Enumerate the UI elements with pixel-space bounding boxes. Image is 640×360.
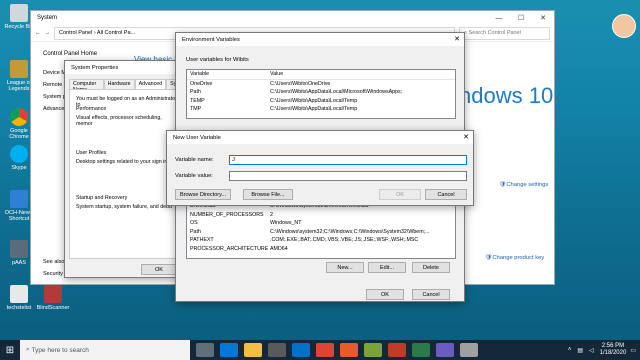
windows-brand: ndows 10 <box>459 83 554 108</box>
performance-desc: Visual effects, processor scheduling, me… <box>76 115 162 127</box>
scanner-icon <box>44 285 62 303</box>
desktop-icon-label: BlindScanner <box>36 305 70 311</box>
user-vars-table[interactable]: Variable Value OneDrive C:\Users\Wibits\O… <box>186 69 456 119</box>
network-icon[interactable]: ▤ <box>577 347 583 354</box>
desktop-icon-blindscanner[interactable]: BlindScanner <box>36 285 70 311</box>
app-icon[interactable] <box>364 343 382 357</box>
task-view-icon[interactable] <box>196 343 214 357</box>
app-icon[interactable] <box>412 343 430 357</box>
left-nav-item-advanced[interactable]: Advance <box>43 103 67 115</box>
minimize-button[interactable]: — <box>488 11 510 25</box>
user-vars-label: User variables for Wibits <box>186 57 249 63</box>
table-row[interactable]: PATHEXT .COM;.EXE;.BAT;.CMD;.VBS;.VBE;.JS… <box>187 236 455 245</box>
start-button[interactable]: ⊞ <box>0 340 20 360</box>
table-row[interactable]: OneDrive C:\Users\Wibits\OneDrive <box>187 80 455 89</box>
variable-value-label: Variable value: <box>175 173 213 179</box>
left-nav-item-system-protection[interactable]: System p <box>43 91 67 103</box>
system-vars-table[interactable]: DriverData C:\Windows\System32\Drivers\Dr… <box>186 201 456 259</box>
close-button[interactable]: ✕ <box>532 11 554 25</box>
new-button[interactable]: New... <box>326 262 364 273</box>
table-row[interactable]: TMP C:\Users\Wibits\AppData\Local\Temp <box>187 105 455 114</box>
tray-chevron-icon[interactable]: ˄ <box>568 347 572 353</box>
file-explorer-icon[interactable] <box>244 343 262 357</box>
user-profiles-label: User Profiles <box>76 150 107 156</box>
user-profiles-desc: Desktop settings related to your sign in <box>76 159 168 165</box>
shortcut-icon <box>10 190 28 208</box>
mail-icon[interactable] <box>292 343 310 357</box>
search-input[interactable]: ⌕ Search Control Panel <box>459 26 550 40</box>
ok-button[interactable]: OK <box>379 189 421 200</box>
recycle-bin-icon <box>10 4 28 22</box>
document-icon <box>10 285 28 303</box>
app-icon[interactable] <box>340 343 358 357</box>
performance-label: Performance <box>76 106 107 112</box>
variable-value-input[interactable] <box>229 171 467 181</box>
back-arrow-icon[interactable]: ← <box>35 30 41 36</box>
system-titlebar: System — ☐ ✕ <box>31 11 554 25</box>
edge-icon[interactable] <box>220 343 238 357</box>
edit-button[interactable]: Edit... <box>368 262 406 273</box>
desktop-icon-label: techstelist <box>6 305 32 311</box>
skype-icon <box>10 145 28 163</box>
window-title: System <box>37 15 58 21</box>
table-row[interactable]: TEMP C:\Users\Wibits\AppData\Local\Temp <box>187 97 455 106</box>
browse-directory-button[interactable]: Browse Directory... <box>175 189 231 200</box>
forward-arrow-icon[interactable]: → <box>45 30 51 36</box>
see-also-label: See also <box>43 259 65 265</box>
taskbar-search-input[interactable]: ⌕ Type here to search <box>20 340 190 360</box>
new-user-variable-dialog: New User Variable ✕ Variable name: J Var… <box>166 130 474 206</box>
taskbar: ⊞ ⌕ Type here to search ˄ ▤ ◁ 2:56 PM 1/… <box>0 340 640 360</box>
ok-button[interactable]: OK <box>141 264 177 275</box>
change-product-key-link[interactable]: 🛡Change product key <box>485 255 544 261</box>
app-icon[interactable] <box>460 343 478 357</box>
chrome-taskbar-icon[interactable] <box>316 343 334 357</box>
close-icon[interactable]: ✕ <box>454 35 460 43</box>
left-nav: Device M Remote s System p Advance <box>43 67 67 115</box>
startup-desc: System startup, system failure, and debu <box>76 204 172 210</box>
close-icon[interactable]: ✕ <box>463 133 469 141</box>
control-panel-home-link[interactable]: Control Panel Home <box>43 51 97 57</box>
desktop-icon-techstelist[interactable]: techstelist <box>2 285 36 311</box>
table-row[interactable]: Path C:\Windows\system32;C:\Windows;C:\Wi… <box>187 228 455 237</box>
store-icon[interactable] <box>268 343 286 357</box>
league-icon <box>10 60 28 78</box>
security-link[interactable]: Security <box>43 271 63 277</box>
ok-button[interactable]: OK <box>366 289 404 300</box>
clock[interactable]: 2:56 PM 1/18/2020 <box>600 343 627 357</box>
maximize-button[interactable]: ☐ <box>510 11 532 25</box>
tab-panel: You must be logged on as an Administrato… <box>69 89 179 259</box>
browse-file-button[interactable]: Browse File... <box>243 189 293 200</box>
app-icon[interactable] <box>388 343 406 357</box>
dialog-title: New User Variable <box>167 131 473 144</box>
cancel-button[interactable]: Cancel <box>425 189 467 200</box>
dialog-title: System Properties <box>65 61 183 74</box>
table-row[interactable]: NUMBER_OF_PROCESSORS 2 <box>187 211 455 220</box>
app-icon[interactable] <box>436 343 454 357</box>
delete-button[interactable]: Delete <box>412 262 450 273</box>
table-header: Variable Value <box>187 70 455 80</box>
change-settings-link[interactable]: 🛡Change settings <box>499 182 548 188</box>
avatar <box>612 14 636 38</box>
notifications-icon[interactable]: ▭ <box>630 347 636 354</box>
variable-name-input[interactable]: J <box>229 155 467 165</box>
table-row[interactable]: OS Windows_NT <box>187 219 455 228</box>
cancel-button[interactable]: Cancel <box>412 289 450 300</box>
variable-name-label: Variable name: <box>175 157 214 163</box>
column-header-variable[interactable]: Variable <box>187 71 270 77</box>
dialog-title: Environment Variables <box>176 33 464 46</box>
column-header-value[interactable]: Value <box>270 71 455 77</box>
startup-label: Startup and Recovery <box>76 195 128 201</box>
chrome-icon <box>10 108 28 126</box>
table-row[interactable]: PROCESSOR_ARCHITECTURE AMD64 <box>187 245 455 254</box>
volume-icon[interactable]: ◁ <box>589 347 594 354</box>
left-nav-item-remote[interactable]: Remote s <box>43 79 67 91</box>
system-tray: ˄ ▤ ◁ 2:56 PM 1/18/2020 ▭ <box>568 343 640 357</box>
left-nav-item-device-manager[interactable]: Device M <box>43 67 67 79</box>
table-row[interactable]: Path C:\Users\Wibits\AppData\Local\Micros… <box>187 88 455 97</box>
file-icon <box>10 240 28 258</box>
